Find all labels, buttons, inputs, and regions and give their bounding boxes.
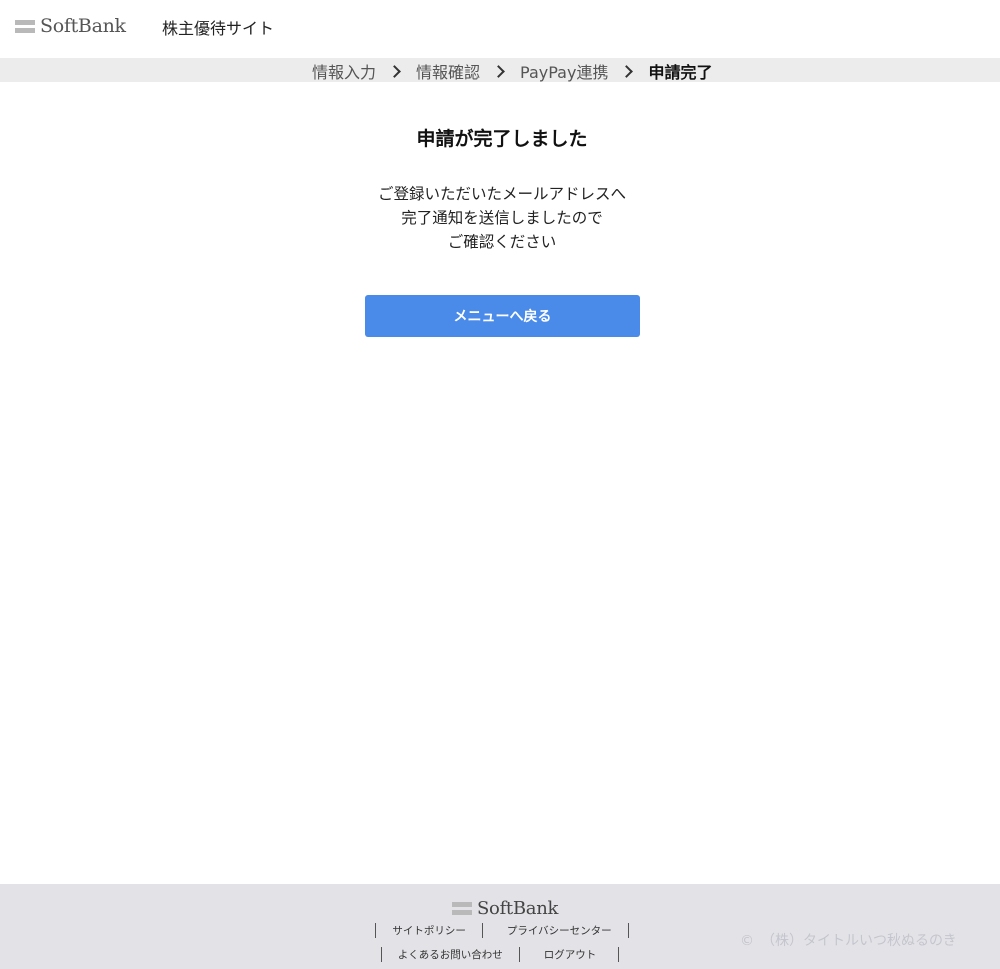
site-header: SoftBank 株主優待サイト [0,0,1000,58]
back-to-menu-button[interactable]: メニューへ戻る [365,295,640,337]
footer-logo-text: SoftBank [477,898,559,919]
softbank-logo-icon [15,19,35,33]
divider [618,947,620,962]
softbank-logo-icon [452,902,472,915]
logout-link[interactable]: ログアウト [520,947,619,962]
progress-steps-bar: 情報入力 情報確認 PayPay連携 申請完了 [0,58,1000,82]
site-title: 株主優待サイト [162,19,275,38]
site-footer: SoftBank サイトポリシー プライバシーセンター よくあるお問い合わせ ロ… [0,884,1000,969]
chevron-right-icon [492,64,505,78]
page-title: 申請が完了しました [416,128,588,150]
faq-link[interactable]: よくあるお問い合わせ [382,947,519,962]
step-application-complete: 申請完了 [648,63,713,82]
message-line-1: ご登録いただいたメールアドレスへ [377,185,626,203]
message-line-3: ご確認ください [447,233,557,251]
message-line-2: 完了通知を送信しましたので [401,209,603,227]
softbank-logo-text: SoftBank [40,15,126,37]
completion-message: ご登録いただいたメールアドレスへ 完了通知を送信しましたので ご確認ください [0,182,1000,254]
footer-softbank-logo[interactable]: SoftBank [452,898,558,919]
progress-steps: 情報入力 情報確認 PayPay連携 申請完了 [312,59,712,83]
step-paypay-link: PayPay連携 [520,63,609,82]
privacy-center-link[interactable]: プライバシーセンター [483,923,628,938]
chevron-right-icon [620,64,634,78]
site-policy-link[interactable]: サイトポリシー [376,923,482,938]
copyright-watermark: © （株）タイトルいつ秋ぬるのき [740,933,957,949]
divider [627,923,629,938]
softbank-logo[interactable]: SoftBank [15,15,126,37]
step-info-confirm: 情報確認 [416,63,481,82]
step-info-input: 情報入力 [312,63,377,82]
chevron-right-icon [388,64,401,78]
